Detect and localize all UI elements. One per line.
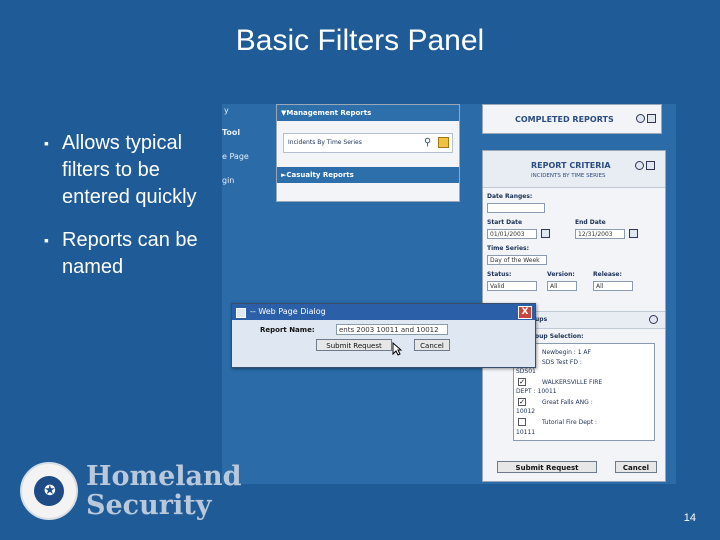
help-icon[interactable] <box>636 114 645 123</box>
report-name-input[interactable]: ents 2003 10011 and 10012 <box>336 324 448 335</box>
group-selection-label: oup Selection: <box>535 333 584 340</box>
leftnav-fragment[interactable]: Tool <box>222 128 240 138</box>
dialog-cancel-button[interactable]: Cancel <box>414 339 450 351</box>
criteria-title: REPORT CRITERIA <box>531 161 611 170</box>
search-icon[interactable]: ⚲ <box>424 137 431 148</box>
logo-wordmark: Homeland Security <box>86 462 242 520</box>
page-number: 14 <box>683 512 696 524</box>
mouse-cursor-icon <box>392 342 402 356</box>
logo-text-line: Homeland <box>86 461 242 492</box>
version-select[interactable]: All <box>547 281 577 291</box>
report-item[interactable]: Incidents By Time Series <box>288 139 362 146</box>
bullet-square-icon: ▪ <box>44 232 49 248</box>
ie-icon <box>236 308 246 318</box>
groups-header: ups <box>535 316 548 323</box>
end-date-label: End Date <box>575 219 606 226</box>
completed-reports-title: COMPLETED REPORTS <box>515 115 614 124</box>
status-label: Status: <box>487 271 512 278</box>
time-series-select[interactable]: Day of the Week <box>487 255 547 265</box>
group-item: 10012 <box>516 408 536 415</box>
bullet-square-icon: ▪ <box>44 135 49 151</box>
reports-panel: ▼Management Reports Incidents By Time Se… <box>276 104 460 202</box>
management-reports-header[interactable]: ▼Management Reports <box>277 105 459 121</box>
homeland-security-logo: ✪ Homeland Security <box>20 460 242 530</box>
time-series-label: Time Series: <box>487 245 530 252</box>
group-checkbox[interactable] <box>518 418 526 426</box>
bullet-item: ▪ Reports can be named <box>44 227 214 281</box>
bullet-list: ▪ Allows typical filters to be entered q… <box>44 130 214 297</box>
release-label: Release: <box>593 271 622 278</box>
bullet-text: Allows typical filters to be entered qui… <box>62 132 197 208</box>
group-checkbox[interactable]: ✓ <box>518 398 526 406</box>
app-screenshot: y Tool e Page gin ▼Management Reports In… <box>222 104 676 484</box>
submit-request-button[interactable]: Submit Request <box>497 461 597 473</box>
criteria-subtitle: INCIDENTS BY TIME SERIES <box>531 173 606 179</box>
folder-icon[interactable] <box>438 137 449 148</box>
cancel-button[interactable]: Cancel <box>615 461 657 473</box>
slide-title: Basic Filters Panel <box>235 24 485 57</box>
web-page-dialog: -- Web Page Dialog X Report Name: ents 2… <box>231 303 536 368</box>
window-icon[interactable] <box>647 114 656 123</box>
dialog-submit-button[interactable]: Submit Request <box>316 339 392 351</box>
dialog-title-bar: -- Web Page Dialog X <box>232 304 535 320</box>
calendar-icon[interactable] <box>629 229 638 238</box>
help-icon[interactable] <box>635 161 644 170</box>
completed-reports-panel: COMPLETED REPORTS <box>482 104 662 134</box>
leftnav-fragment[interactable]: e Page <box>222 152 249 162</box>
logo-text-line: Security <box>86 490 212 521</box>
dhs-seal-icon: ✪ <box>20 462 78 520</box>
start-date-label: Start Date <box>487 219 523 226</box>
close-button[interactable]: X <box>518 306 532 319</box>
leftnav-fragment[interactable]: y <box>224 106 229 116</box>
group-item: SDS Test FD : <box>542 359 582 366</box>
group-item: Great Falls ANG : <box>542 399 593 406</box>
bullet-text: Reports can be named <box>62 229 198 278</box>
release-select[interactable]: All <box>593 281 633 291</box>
group-item: Newbegin : 1 AF <box>542 349 591 356</box>
dialog-title: -- Web Page Dialog <box>250 307 326 316</box>
date-ranges-label: Date Ranges: <box>487 193 533 200</box>
window-icon[interactable] <box>646 161 655 170</box>
leftnav-fragment[interactable]: gin <box>222 176 234 186</box>
calendar-icon[interactable] <box>541 229 550 238</box>
status-select[interactable]: Valid <box>487 281 537 291</box>
group-item: DEPT : 10011 <box>516 388 557 395</box>
version-label: Version: <box>547 271 575 278</box>
start-date-input[interactable]: 01/01/2003 <box>487 229 537 239</box>
report-name-label: Report Name: <box>260 326 315 334</box>
bullet-item: ▪ Allows typical filters to be entered q… <box>44 130 214 211</box>
end-date-input[interactable]: 12/31/2003 <box>575 229 625 239</box>
group-item: SDS01 <box>516 368 536 375</box>
date-ranges-select[interactable] <box>487 203 545 213</box>
help-icon[interactable] <box>649 315 658 324</box>
group-checkbox[interactable]: ✓ <box>518 378 526 386</box>
group-item: 10111 <box>516 429 536 436</box>
group-item: WALKERSVILLE FIRE <box>542 379 603 386</box>
group-item: Tutorial Fire Dept : <box>542 419 597 426</box>
casualty-reports-header[interactable]: ►Casualty Reports <box>277 167 459 183</box>
